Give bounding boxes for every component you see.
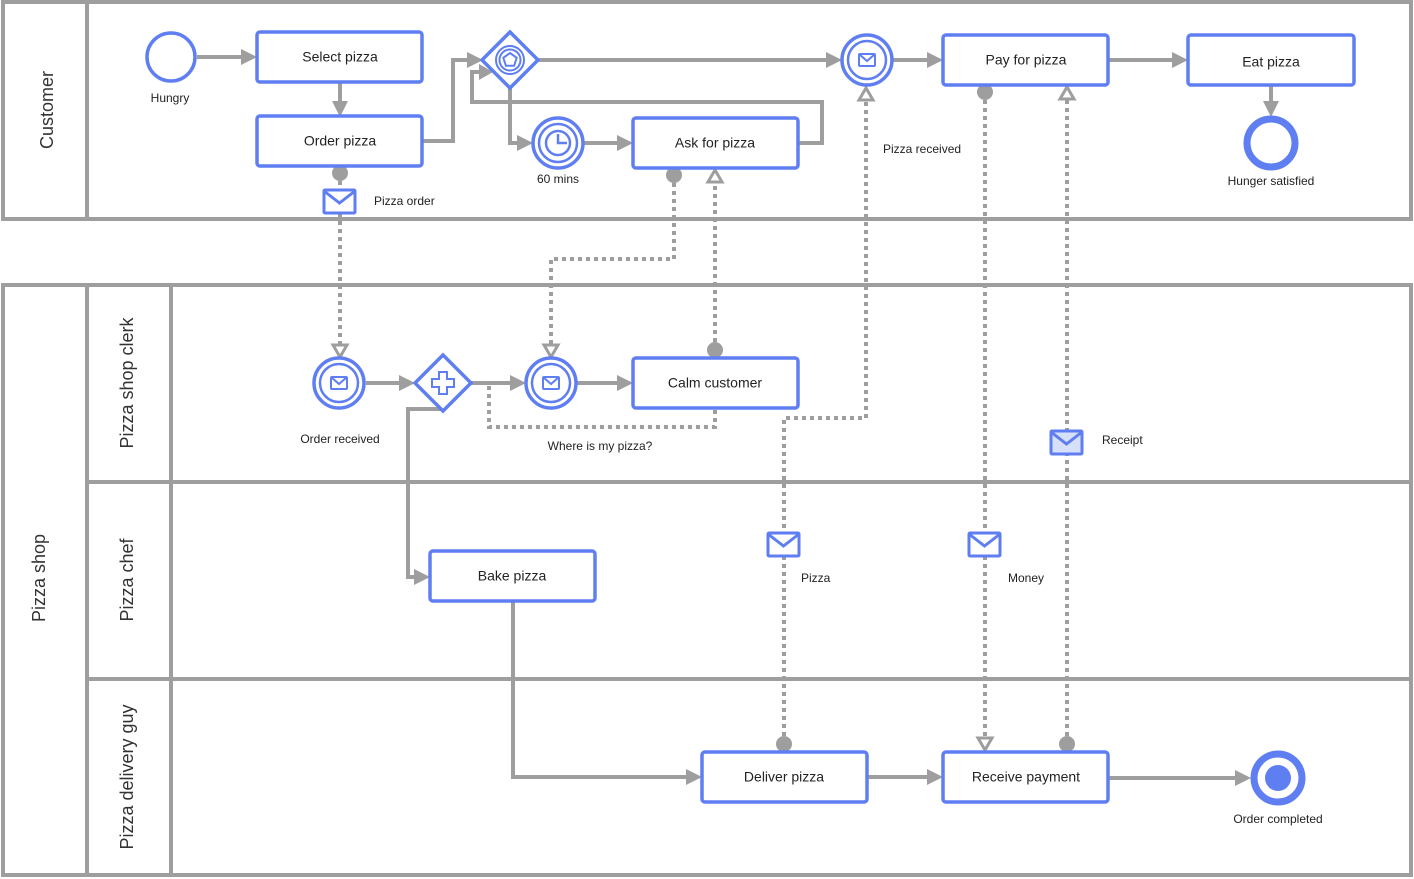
- arrow-head: [1172, 52, 1188, 68]
- arrow-head: [617, 135, 633, 151]
- message-pizza[interactable]: Pizza: [766, 531, 831, 585]
- end-event-hunger-satisfied[interactable]: Hunger satisfied: [1228, 115, 1315, 188]
- pool-pizza-shop-label: Pizza shop: [29, 534, 49, 622]
- task-label: Bake pizza: [478, 568, 547, 584]
- task-label: Select pizza: [302, 49, 378, 65]
- task-receive-payment[interactable]: Receive payment: [941, 750, 1110, 804]
- arrow-head: [617, 375, 633, 391]
- msgflow-ask[interactable]: [549, 175, 676, 346]
- message-receipt[interactable]: Receipt: [1049, 429, 1143, 456]
- start-event-circle-icon: [145, 31, 197, 83]
- msgflow-open-arrow: [330, 343, 350, 360]
- lane-label-clerk: Pizza shop clerk: [117, 316, 137, 448]
- task-ask-for-pizza[interactable]: Ask for pizza: [631, 116, 800, 170]
- event-label: Hunger satisfied: [1228, 174, 1315, 188]
- task-label: Order pizza: [304, 133, 377, 149]
- end-event-circle-icon: [1243, 115, 1299, 171]
- arrow-head: [517, 135, 533, 151]
- gateway-diamond-icon: [412, 352, 474, 414]
- event-label: Order received: [300, 432, 379, 446]
- msgflow-source-dot: [707, 342, 723, 358]
- task-label: Deliver pizza: [744, 769, 824, 785]
- arrow-head: [1263, 101, 1279, 117]
- flow-gateway-timer[interactable]: [508, 88, 519, 145]
- flow-bake-deliver[interactable]: [511, 601, 688, 779]
- message-label: Pizza: [801, 571, 831, 585]
- task-eat-pizza[interactable]: Eat pizza: [1186, 33, 1356, 87]
- task-label: Pay for pizza: [986, 52, 1067, 68]
- bpmn-diagram: Customer Pizza shop Pizza shop clerk Piz…: [1, 0, 1413, 877]
- message-label: Money: [1008, 571, 1044, 585]
- flow-order-gateway[interactable]: [423, 58, 470, 143]
- message-pizza-order[interactable]: Pizza order: [322, 188, 435, 215]
- task-pay-for-pizza[interactable]: Pay for pizza: [941, 33, 1110, 87]
- msgflow-open-arrow: [856, 85, 876, 102]
- parallel-gateway[interactable]: [412, 352, 474, 414]
- msgflow-source-dot: [776, 736, 792, 752]
- lane-label-delivery: Pizza delivery guy: [117, 704, 137, 849]
- event-based-gateway[interactable]: [479, 29, 541, 91]
- task-label: Calm customer: [668, 375, 762, 391]
- arrow-head: [241, 49, 257, 65]
- msgflow-open-arrow: [541, 343, 561, 360]
- task-label: Ask for pizza: [675, 135, 755, 151]
- gateway-diamond-icon: [479, 29, 541, 91]
- end-event-order-completed[interactable]: Order completed: [1233, 750, 1323, 826]
- event-label: Pizza received: [883, 142, 961, 156]
- arrow-head: [1235, 770, 1251, 786]
- message-label: Receipt: [1102, 433, 1143, 447]
- event-label: 60 mins: [537, 172, 579, 186]
- task-bake-pizza[interactable]: Bake pizza: [428, 549, 597, 603]
- task-order-pizza[interactable]: Order pizza: [255, 114, 424, 168]
- arrow-head: [414, 569, 430, 585]
- msgflow-open-arrow: [705, 167, 725, 184]
- task-label: Eat pizza: [1242, 54, 1300, 70]
- terminate-event-dot-icon: [1265, 765, 1291, 791]
- timer-event-60-mins[interactable]: 60 mins: [531, 116, 585, 186]
- message-event-order-received[interactable]: Order received: [300, 356, 380, 446]
- message-label: Pizza order: [374, 194, 435, 208]
- task-calm-customer[interactable]: Calm customer: [631, 356, 800, 410]
- task-select-pizza[interactable]: Select pizza: [255, 30, 424, 84]
- task-label: Receive payment: [972, 769, 1080, 785]
- msgflow-source-dot: [1059, 736, 1075, 752]
- msgflow-open-arrow: [975, 736, 995, 753]
- lane-label-chef: Pizza chef: [117, 537, 137, 621]
- arrow-head: [826, 52, 842, 68]
- msgflow-open-arrow: [1057, 84, 1077, 101]
- arrow-head: [686, 769, 702, 785]
- arrow-head: [927, 52, 943, 68]
- pool-customer-label: Customer: [37, 71, 57, 149]
- message-money[interactable]: Money: [967, 531, 1044, 585]
- event-label: Order completed: [1233, 812, 1322, 826]
- arrow-head: [510, 375, 526, 391]
- message-flows: [330, 84, 1077, 753]
- arrow-head: [927, 769, 943, 785]
- msgflow-pizza[interactable]: [782, 100, 868, 744]
- task-deliver-pizza[interactable]: Deliver pizza: [700, 750, 869, 804]
- event-label: Where is my pizza?: [548, 439, 653, 453]
- event-label: Hungry: [151, 91, 190, 105]
- start-event-hungry[interactable]: Hungry: [145, 31, 197, 105]
